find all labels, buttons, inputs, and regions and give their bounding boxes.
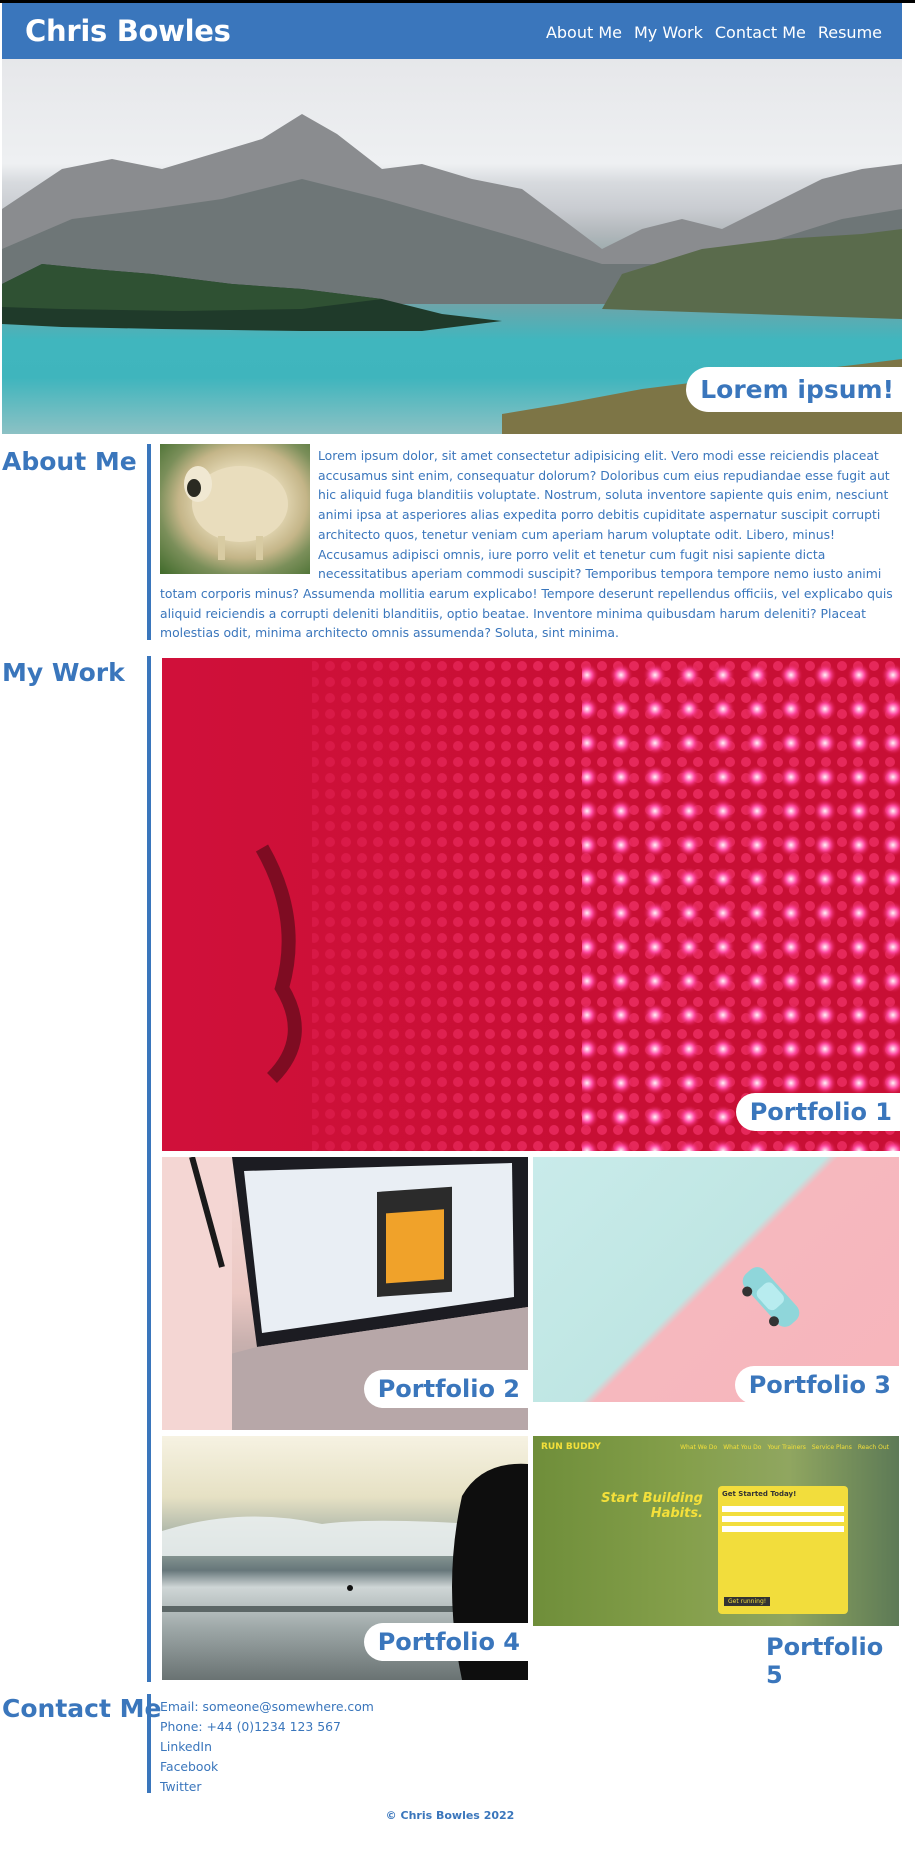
p5-submit: Get running! bbox=[724, 1597, 771, 1606]
work-heading: My Work bbox=[2, 658, 125, 687]
portfolio-5-caption: Portfolio 5 bbox=[752, 1628, 915, 1694]
contact-email[interactable]: Email: someone@somewhere.com bbox=[160, 1697, 374, 1717]
nav-resume[interactable]: Resume bbox=[818, 23, 882, 42]
nav-contact-me[interactable]: Contact Me bbox=[715, 23, 806, 42]
led-wall-image bbox=[162, 658, 900, 1151]
contact-divider bbox=[147, 1694, 151, 1793]
portfolio-card-2[interactable]: Portfolio 2 bbox=[162, 1157, 528, 1430]
p5-nav-item: What We Do bbox=[680, 1444, 718, 1451]
about-paragraph: Lorem ipsum dolor, sit amet consectetur … bbox=[160, 446, 900, 643]
portfolio-2-label: Portfolio 2 bbox=[363, 1370, 528, 1408]
site-header: Chris Bowles About Me My Work Contact Me… bbox=[2, 3, 902, 59]
p5-form-field bbox=[722, 1506, 844, 1512]
brand-title[interactable]: Chris Bowles bbox=[25, 14, 231, 48]
portfolio-card-1[interactable]: Portfolio 1 bbox=[162, 658, 900, 1151]
about-divider bbox=[147, 444, 151, 640]
p5-form-title: Get Started Today! bbox=[722, 1490, 797, 1498]
p5-nav: What We Do What You Do Your Trainers Ser… bbox=[680, 1444, 889, 1451]
p5-nav-item: Service Plans bbox=[811, 1444, 852, 1451]
portfolio-1-label: Portfolio 1 bbox=[735, 1093, 900, 1131]
about-heading: About Me bbox=[2, 447, 137, 476]
portfolio-card-5[interactable]: RUN BUDDY What We Do What You Do Your Tr… bbox=[533, 1436, 899, 1626]
main-nav: About Me My Work Contact Me Resume bbox=[546, 23, 882, 42]
portfolio-4-label: Portfolio 4 bbox=[363, 1623, 528, 1661]
p5-form-field bbox=[722, 1516, 844, 1522]
p5-headline: Start Building Habits. bbox=[601, 1491, 703, 1521]
p5-form-field bbox=[722, 1526, 844, 1532]
p5-nav-item: Your Trainers bbox=[767, 1444, 806, 1451]
work-divider bbox=[147, 656, 151, 1682]
nav-about-me[interactable]: About Me bbox=[546, 23, 622, 42]
hero-banner: Lorem ipsum! bbox=[2, 59, 902, 434]
hero-tagline: Lorem ipsum! bbox=[686, 367, 902, 412]
link-twitter[interactable]: Twitter bbox=[160, 1777, 374, 1797]
portfolio-card-3[interactable]: Portfolio 3 bbox=[533, 1157, 899, 1402]
contact-list: Email: someone@somewhere.com Phone: +44 … bbox=[160, 1697, 374, 1797]
p5-nav-item: Reach Out bbox=[857, 1444, 889, 1451]
p5-form: Get Started Today! Get running! bbox=[718, 1486, 848, 1614]
portfolio-card-4[interactable]: Portfolio 4 bbox=[162, 1436, 528, 1680]
contact-heading: Contact Me bbox=[2, 1694, 162, 1723]
link-facebook[interactable]: Facebook bbox=[160, 1757, 374, 1777]
contact-phone[interactable]: Phone: +44 (0)1234 123 567 bbox=[160, 1717, 374, 1737]
p5-nav-item: What You Do bbox=[723, 1444, 762, 1451]
footer-copyright: © Chris Bowles 2022 bbox=[385, 1809, 515, 1822]
portfolio-3-label: Portfolio 3 bbox=[734, 1366, 899, 1402]
nav-my-work[interactable]: My Work bbox=[634, 23, 703, 42]
p5-brand: RUN BUDDY bbox=[541, 1442, 601, 1452]
link-linkedin[interactable]: LinkedIn bbox=[160, 1737, 374, 1757]
